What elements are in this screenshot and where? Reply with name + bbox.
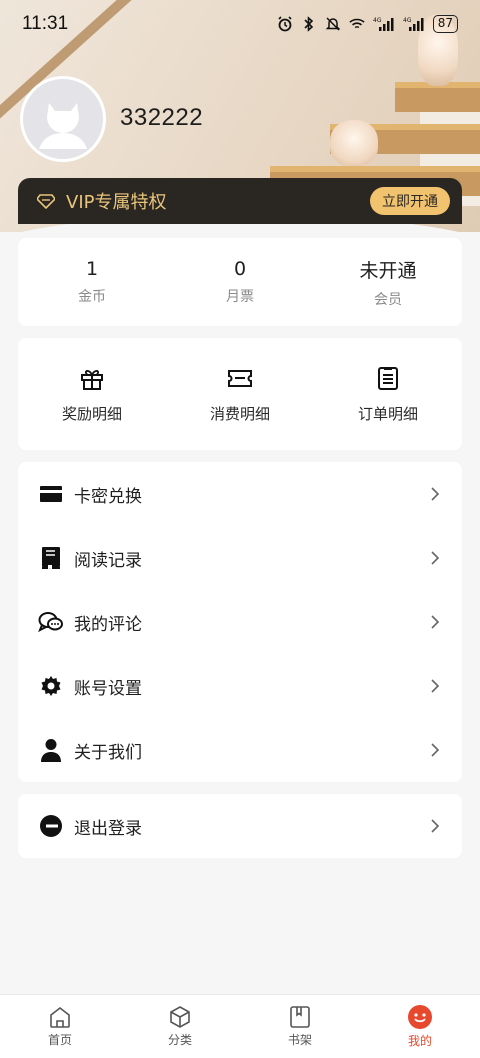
quick-actions-card: 奖励明细 消费明细 订单明细 xyxy=(18,338,462,450)
mute-icon xyxy=(325,16,341,32)
nav-item-home[interactable]: 首页 xyxy=(0,995,120,1058)
chevron-right-icon xyxy=(431,615,440,629)
chevron-right-icon xyxy=(431,487,440,501)
svg-text:4G: 4G xyxy=(403,17,412,24)
quick-action-label: 奖励明细 xyxy=(61,404,122,423)
chevron-right-icon xyxy=(431,551,440,565)
nav-item-category[interactable]: 分类 xyxy=(120,995,240,1058)
signal-4g-icon: 4G xyxy=(403,16,425,32)
profile-face-icon xyxy=(408,1005,432,1029)
menu-item-label: 卡密兑换 xyxy=(74,486,142,507)
stat-coins[interactable]: 1 金币 xyxy=(18,238,166,326)
stair-step xyxy=(395,82,480,112)
logout-label: 退出登录 xyxy=(74,818,142,839)
status-icons: 4G 4G 87 xyxy=(277,15,458,33)
bottom-nav: 首页 分类 书架 我的 xyxy=(0,994,480,1058)
chevron-right-icon xyxy=(431,819,440,833)
bluetooth-icon xyxy=(301,16,317,32)
gift-icon xyxy=(81,369,103,390)
nav-label: 书架 xyxy=(287,1033,312,1047)
reward-details-button[interactable]: 奖励明细 xyxy=(18,338,166,450)
menu-item-label: 我的评论 xyxy=(74,614,142,635)
home-icon xyxy=(50,1006,70,1028)
order-details-button[interactable]: 订单明细 xyxy=(314,338,462,450)
stat-membership[interactable]: 未开通 会员 xyxy=(314,238,462,326)
diamond-icon xyxy=(36,191,56,211)
menu-item-account-settings[interactable]: 账号设置 xyxy=(18,654,462,718)
vip-label: VIP专属特权 xyxy=(66,192,167,213)
status-bar: 11:31 4G 4G 87 xyxy=(0,0,480,48)
wifi-icon xyxy=(349,16,365,32)
logout-card: 退出登录 xyxy=(18,794,462,858)
quick-action-label: 订单明细 xyxy=(357,404,418,423)
logout-icon xyxy=(38,813,64,839)
chevron-right-icon xyxy=(431,679,440,693)
clipboard-icon xyxy=(378,366,398,390)
battery-icon: 87 xyxy=(432,15,458,33)
category-icon xyxy=(170,1006,190,1028)
nav-item-bookshelf[interactable]: 书架 xyxy=(240,995,360,1058)
stat-label: 会员 xyxy=(374,291,402,308)
logout-button[interactable]: 退出登录 xyxy=(18,794,462,858)
ticket-icon xyxy=(228,369,252,387)
stat-value: 未开通 xyxy=(359,259,417,282)
menu-item-label: 关于我们 xyxy=(74,742,142,763)
menu-item-my-comments[interactable]: 我的评论 xyxy=(18,590,462,654)
nav-label: 我的 xyxy=(407,1034,432,1048)
book-icon xyxy=(38,545,64,571)
stat-monthly-tickets[interactable]: 0 月票 xyxy=(166,238,314,326)
username: 332222 xyxy=(120,104,204,131)
avatar-placeholder-icon xyxy=(39,103,87,149)
nav-label: 首页 xyxy=(47,1033,72,1047)
gear-icon xyxy=(38,673,64,699)
chat-icon xyxy=(38,609,64,635)
stat-value: 0 xyxy=(233,258,247,280)
nav-item-profile[interactable]: 我的 xyxy=(360,995,480,1058)
bookshelf-icon xyxy=(290,1006,310,1028)
vip-open-button[interactable]: 立即开通 xyxy=(370,187,450,215)
person-icon xyxy=(38,737,64,763)
svg-text:4G: 4G xyxy=(373,17,382,24)
signal-4g-icon: 4G xyxy=(373,16,395,32)
cat-image xyxy=(330,120,378,166)
menu-item-reading-history[interactable]: 阅读记录 xyxy=(18,526,462,590)
menu-card: 卡密兑换 阅读记录 我的评论 账号设置 关于我们 xyxy=(18,462,462,782)
menu-item-label: 账号设置 xyxy=(74,678,142,699)
quick-action-label: 消费明细 xyxy=(209,404,270,423)
menu-item-about-us[interactable]: 关于我们 xyxy=(18,718,462,782)
stats-card: 1 金币 0 月票 未开通 会员 xyxy=(18,238,462,326)
stat-value: 1 xyxy=(85,258,99,280)
menu-item-label: 阅读记录 xyxy=(74,550,142,571)
alarm-icon xyxy=(277,16,293,32)
stat-label: 金币 xyxy=(78,289,106,305)
consumption-details-button[interactable]: 消费明细 xyxy=(166,338,314,450)
menu-item-card-redeem[interactable]: 卡密兑换 xyxy=(18,462,462,526)
avatar[interactable] xyxy=(20,76,106,162)
status-time: 11:31 xyxy=(22,13,69,34)
nav-label: 分类 xyxy=(167,1033,192,1047)
card-icon xyxy=(38,481,64,507)
chevron-right-icon xyxy=(431,743,440,757)
vip-banner[interactable]: VIP专属特权 立即开通 xyxy=(18,178,462,224)
stat-label: 月票 xyxy=(226,289,254,305)
